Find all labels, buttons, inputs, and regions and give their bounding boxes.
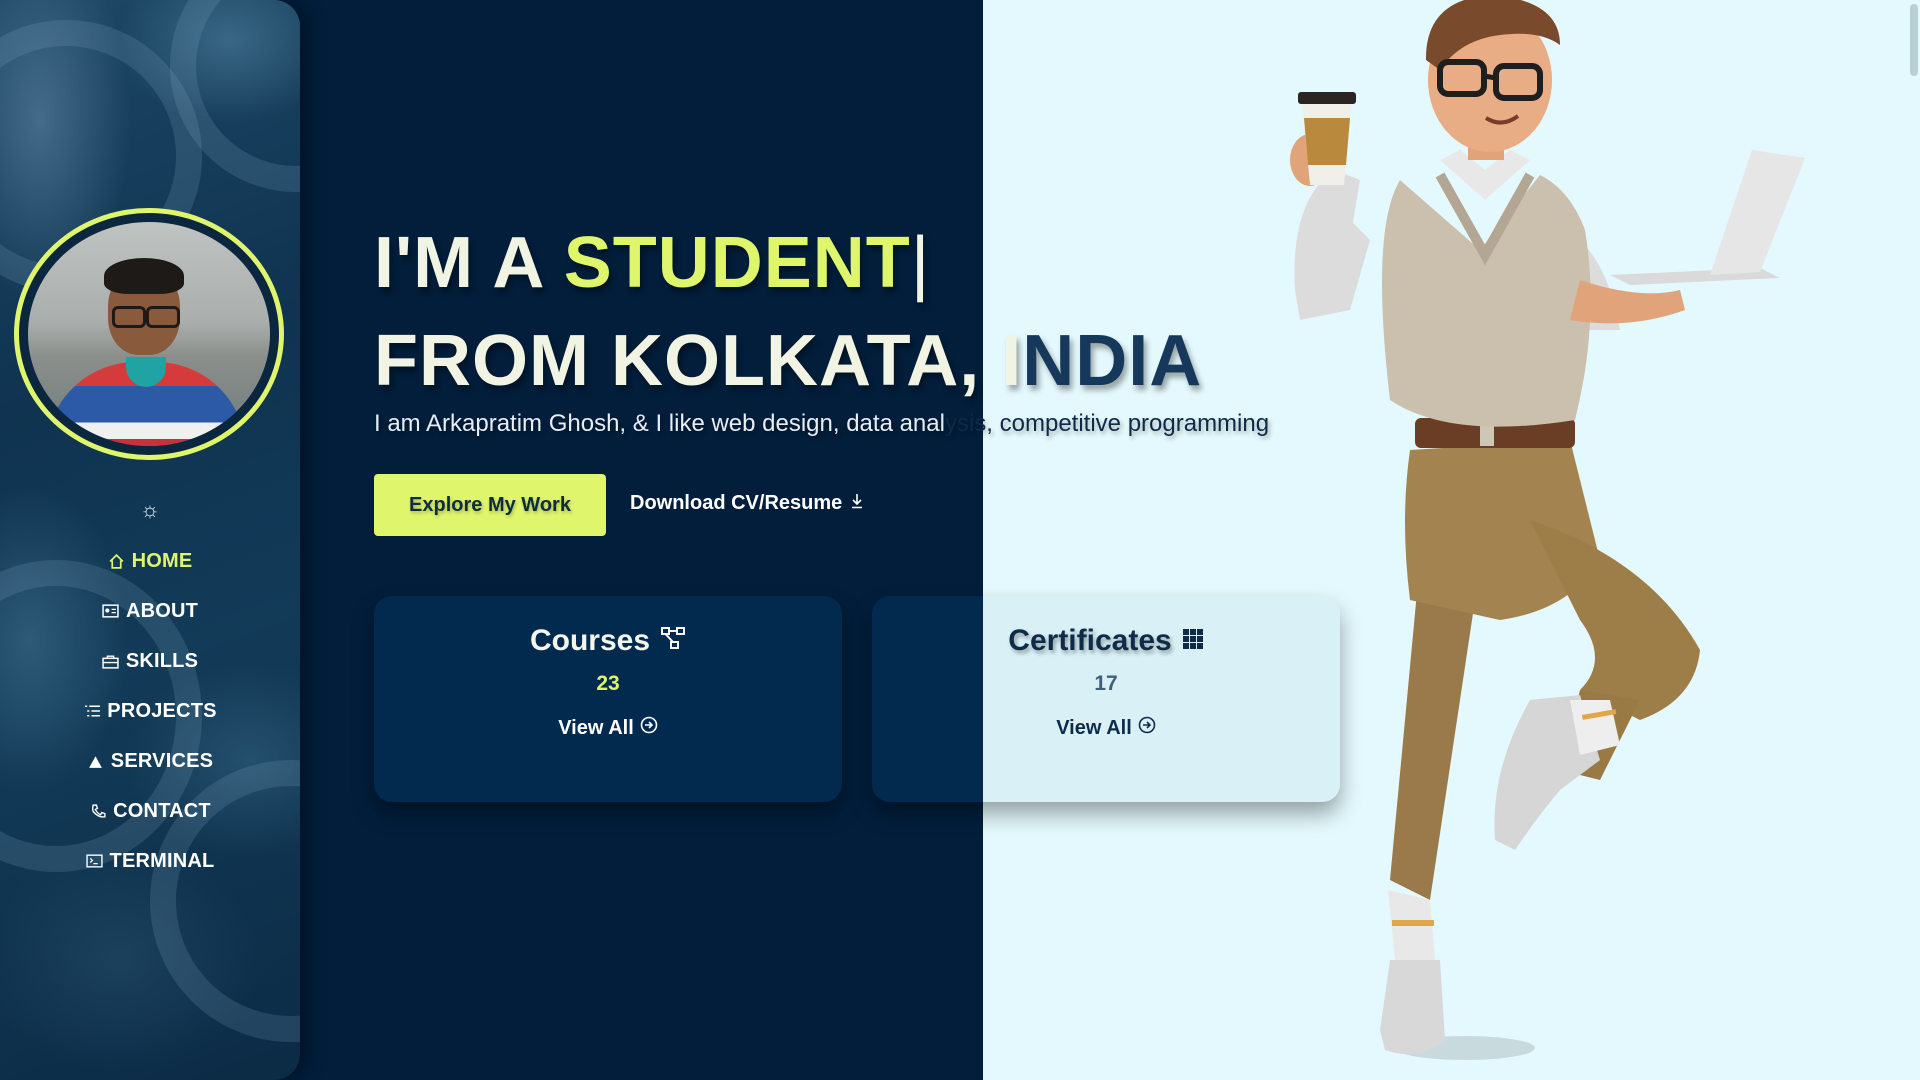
nav-label: HOME [131, 549, 193, 572]
list-icon [83, 702, 101, 720]
arrow-circle-icon [640, 716, 658, 740]
phone-icon [89, 802, 107, 820]
nav-item-terminal[interactable]: TERMINAL [0, 836, 300, 886]
hero-heading-line2: FROM KOLKATA, INDIA [374, 320, 1202, 402]
hero-heading-line1: I'M A STUDENT| [374, 222, 930, 304]
nav-label: TERMINAL [109, 849, 215, 872]
nav-item-services[interactable]: SERVICES [0, 736, 300, 786]
explore-my-work-button[interactable]: Explore My Work [374, 474, 606, 536]
ship-icon [87, 752, 105, 770]
scrollbar-thumb[interactable] [1910, 4, 1918, 76]
typing-cursor: | [910, 223, 931, 303]
nav-item-home[interactable]: HOME [0, 536, 300, 586]
nav-label: SERVICES [110, 749, 214, 772]
view-all-label: View All [558, 716, 634, 739]
nav-item-about[interactable]: ABOUT [0, 586, 300, 636]
download-cv-link[interactable]: Download CV/Resume [630, 488, 864, 518]
nav-label: CONTACT [113, 799, 211, 822]
hero-location-light: NDIA [1022, 321, 1203, 401]
download-cv-label: Download CV/Resume [630, 491, 843, 514]
arrow-circle-icon [1138, 716, 1156, 740]
certificates-title-text: Certificates [1008, 624, 1172, 657]
page-scrollbar[interactable] [1908, 0, 1920, 1080]
profile-photo-frame [14, 208, 284, 460]
view-all-label: View All [1056, 716, 1132, 739]
nav-item-skills[interactable]: SKILLS [0, 636, 300, 686]
hero-prefix: I'M A [374, 223, 564, 303]
courses-card-title: Courses [374, 624, 842, 658]
nav-label: ABOUT [125, 599, 199, 622]
download-icon [850, 492, 864, 515]
id-card-icon [102, 602, 120, 620]
courses-view-all-link[interactable]: View All [374, 716, 842, 740]
nav-label: SKILLS [125, 649, 199, 672]
theme-toggle-icon[interactable]: ☼ [136, 496, 164, 524]
nav-item-projects[interactable]: PROJECTS [0, 686, 300, 736]
sidebar: ☼ HOME ABOUT SKILLS PROJECTS SERVICES CO… [0, 0, 300, 1080]
briefcase-icon [102, 652, 120, 670]
hero-subtitle: I am Arkapratim Ghosh, & I like web desi… [374, 410, 1269, 438]
subtitle-light-part: ysis, competitive programming [944, 410, 1270, 437]
sidebar-nav: HOME ABOUT SKILLS PROJECTS SERVICES CONT… [0, 536, 300, 886]
courses-title-text: Courses [529, 624, 651, 657]
network-icon [660, 624, 686, 658]
grid-icon [1182, 624, 1204, 658]
courses-card: Courses 23 View All [374, 596, 842, 802]
student-character-illustration [1290, 0, 1805, 1060]
home-icon [108, 552, 126, 570]
avatar [28, 222, 270, 446]
hero-location-dark: FROM KOLKATA, I [374, 321, 1023, 401]
subtitle-dark-part: I am Arkapratim Ghosh, & I like web desi… [374, 410, 945, 437]
courses-count: 23 [596, 672, 620, 695]
hero-typed-word: STUDENT [563, 223, 911, 303]
terminal-icon [86, 852, 104, 870]
nav-label: PROJECTS [107, 699, 217, 722]
nav-item-contact[interactable]: CONTACT [0, 786, 300, 836]
